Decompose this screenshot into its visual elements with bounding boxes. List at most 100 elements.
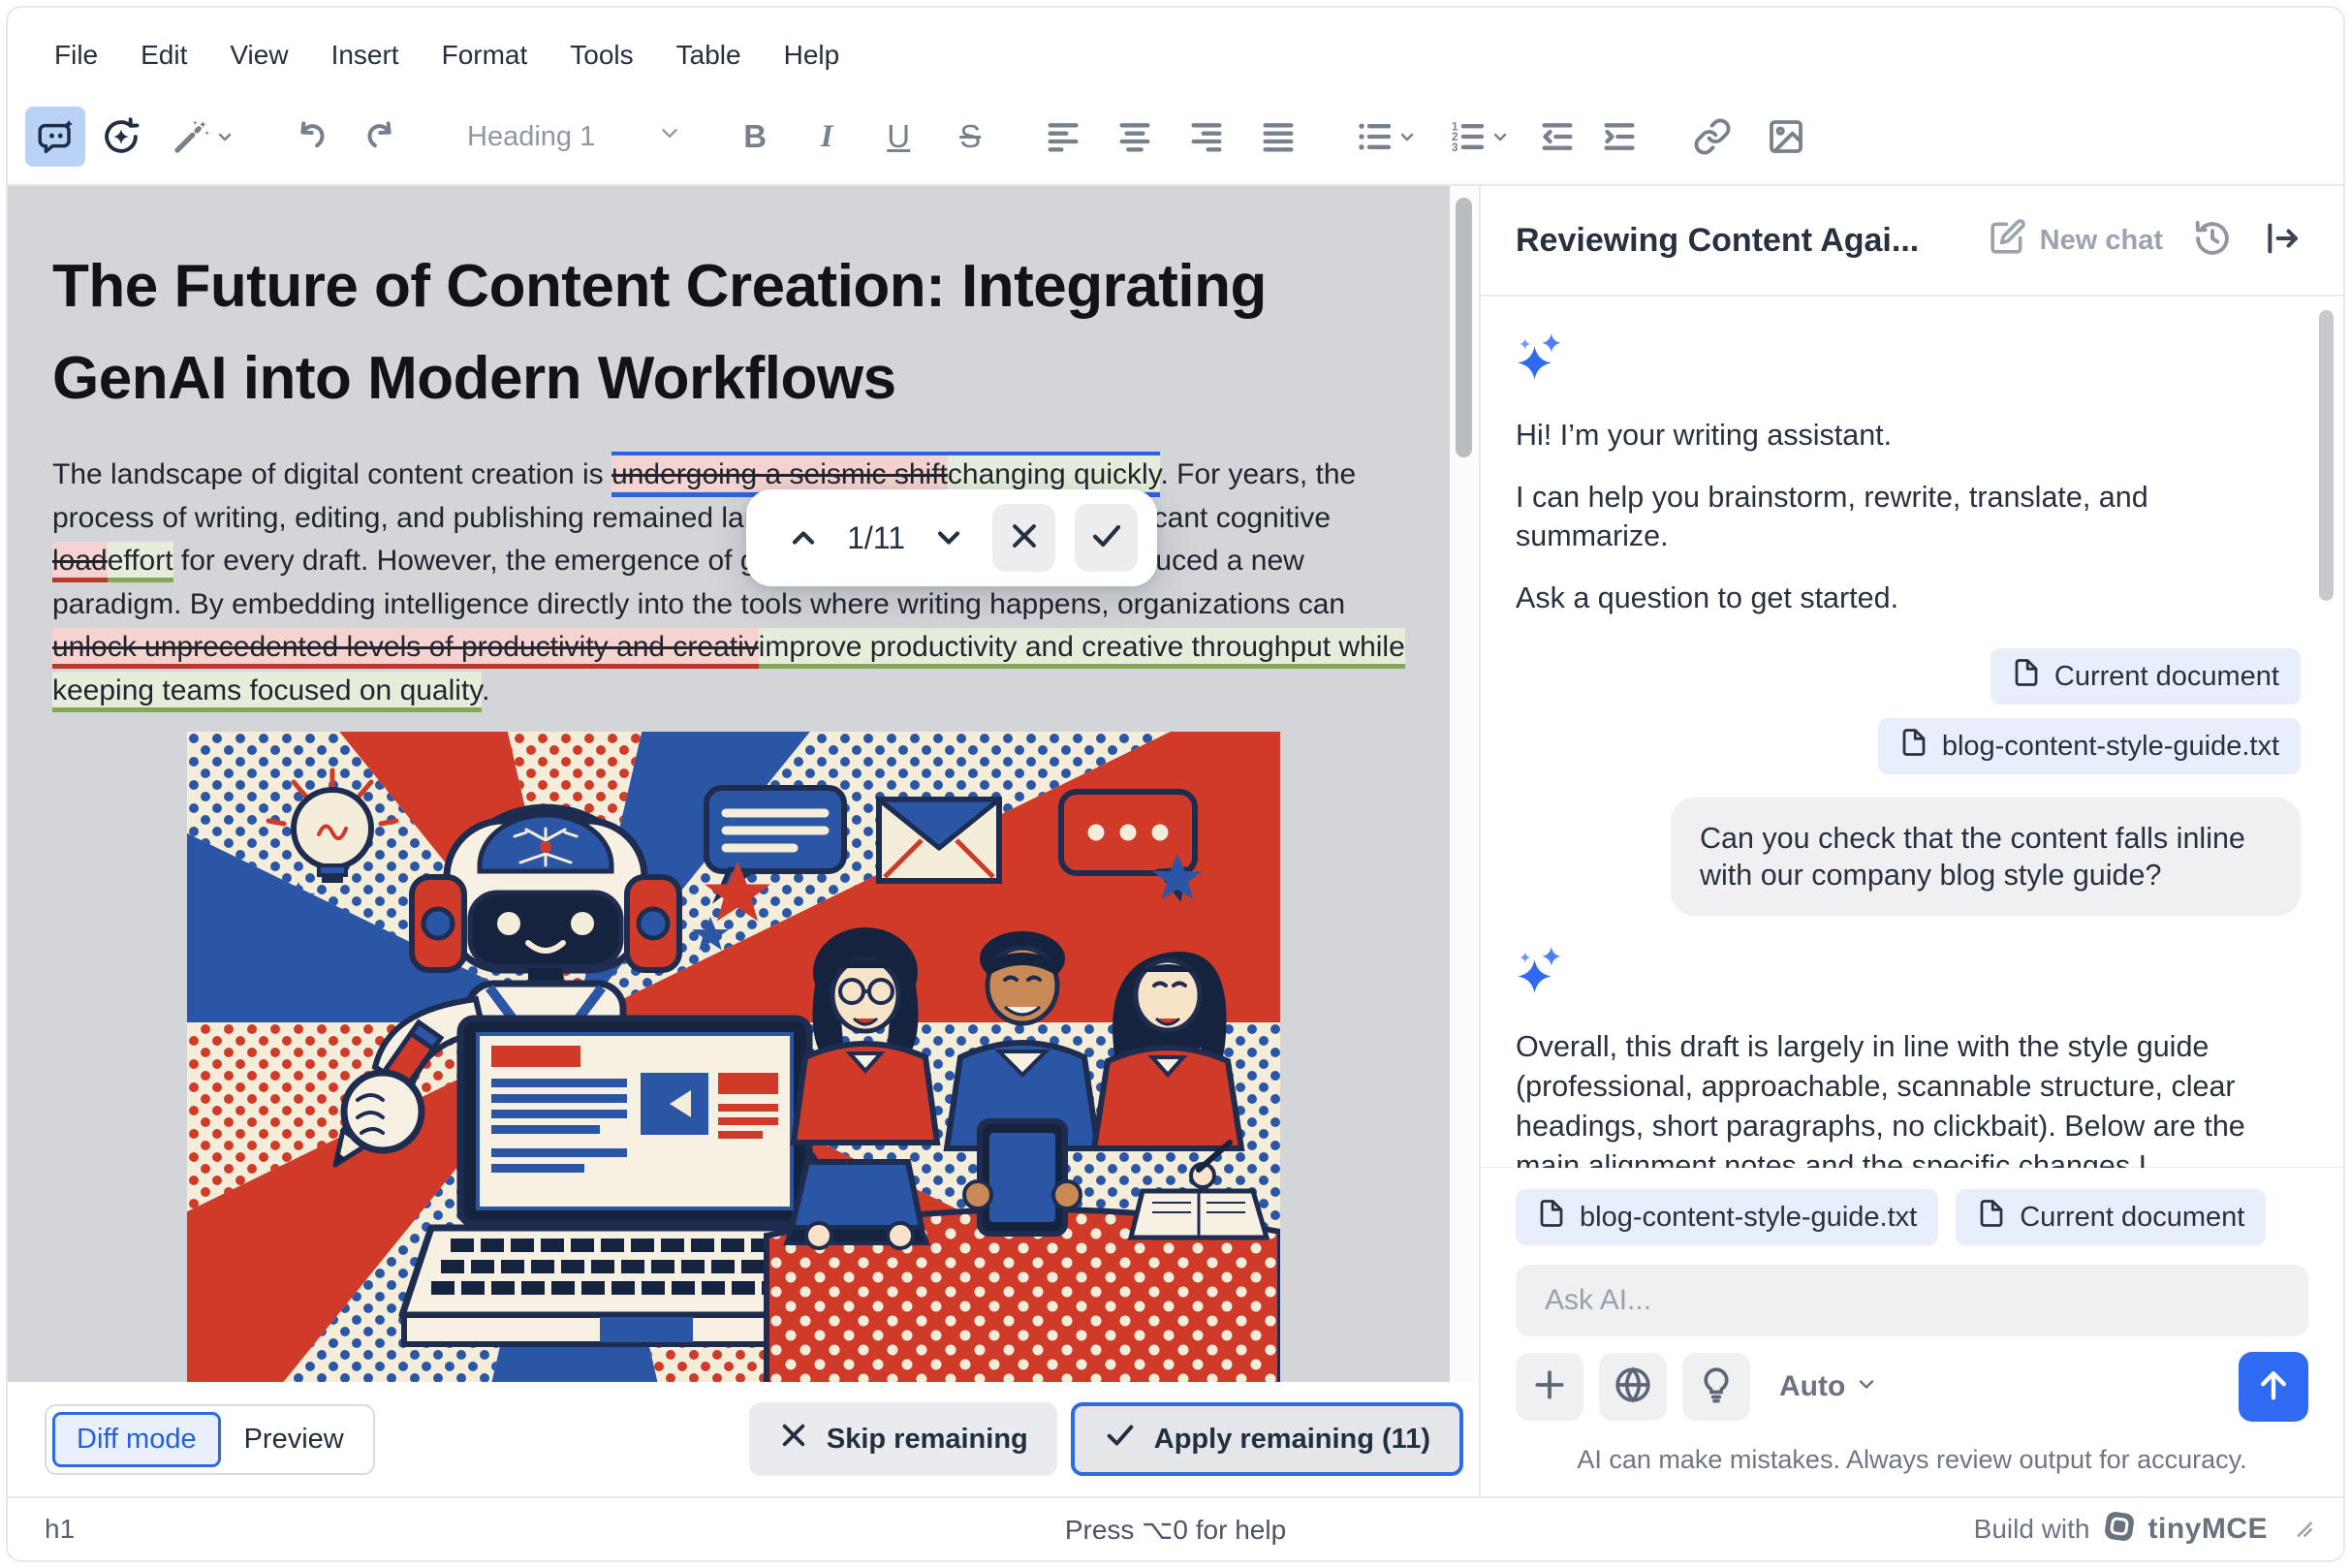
- diff-footer: Diff mode Preview Skip remaining Apply r…: [8, 1382, 1479, 1496]
- collapse-sidebar-button[interactable]: [2262, 219, 2301, 263]
- diff-mode-toggle[interactable]: Diff mode: [52, 1411, 221, 1467]
- bold-button[interactable]: B: [725, 107, 785, 167]
- menu-edit[interactable]: Edit: [119, 32, 208, 78]
- close-icon: [1008, 519, 1041, 557]
- web-search-button[interactable]: [1599, 1353, 1667, 1421]
- menu-table[interactable]: Table: [655, 32, 763, 78]
- chat-title: Reviewing Content Agai...: [1516, 221, 1920, 259]
- status-bar: h1 Press ⌥0 for help Build with tinyMCE: [8, 1496, 2343, 1560]
- skip-remaining-label: Skip remaining: [826, 1423, 1028, 1455]
- indent-icon: [1600, 117, 1639, 156]
- add-attachment-button[interactable]: [1516, 1353, 1583, 1421]
- bold-icon: B: [743, 118, 768, 154]
- align-center-button[interactable]: [1105, 107, 1165, 167]
- diff-deletion[interactable]: unlock unprecedented levels of productiv…: [52, 628, 759, 669]
- tinymce-logo-icon: [2102, 1509, 2137, 1551]
- menu-file[interactable]: File: [33, 32, 119, 78]
- magic-wand-button[interactable]: [157, 107, 250, 167]
- model-mode-select[interactable]: Auto: [1779, 1370, 1878, 1403]
- user-message: Can you check that the content falls inl…: [1671, 798, 2301, 916]
- previous-diff-button[interactable]: [779, 512, 828, 564]
- numbered-list-icon: 123: [1448, 117, 1487, 156]
- diff-deletion[interactable]: undergoing a seismic shift: [611, 455, 948, 491]
- preview-toggle[interactable]: Preview: [221, 1412, 367, 1467]
- assistant-capabilities: I can help you brainstorm, rewrite, tran…: [1516, 481, 2148, 552]
- menu-insert[interactable]: Insert: [310, 32, 421, 78]
- composer-chip-label: blog-content-style-guide.txt: [1580, 1201, 1918, 1233]
- assistant-prompt: Ask a question to get started.: [1516, 581, 1899, 614]
- ask-ai-input[interactable]: [1516, 1265, 2308, 1336]
- underline-button[interactable]: U: [868, 107, 928, 167]
- document-icon: [1899, 728, 1928, 765]
- document-paragraph[interactable]: The landscape of digital content creatio…: [52, 452, 1411, 712]
- new-chat-icon: [1990, 218, 2026, 263]
- paragraph-text: .: [482, 674, 490, 706]
- lightbulb-icon: [1697, 1365, 1736, 1409]
- image-button[interactable]: [1756, 107, 1816, 167]
- menu-tools[interactable]: Tools: [549, 32, 654, 78]
- diff-insertion[interactable]: changing quickly: [947, 455, 1161, 491]
- diff-counter: 1/11: [847, 519, 905, 555]
- composer-chip-style-guide[interactable]: blog-content-style-guide.txt: [1516, 1189, 1939, 1245]
- branding-text: Build with: [1973, 1514, 2090, 1544]
- bullet-list-button[interactable]: [1341, 107, 1432, 167]
- image-icon: [1767, 117, 1805, 156]
- resize-handle-icon[interactable]: [2289, 1514, 2314, 1546]
- chevron-down-icon: [213, 125, 236, 148]
- align-left-icon: [1044, 117, 1082, 156]
- skip-remaining-button[interactable]: Skip remaining: [748, 1402, 1057, 1476]
- link-button[interactable]: [1682, 107, 1742, 167]
- ai-chat-sidebar: Reviewing Content Agai... New chat Hi! I…: [1481, 186, 2343, 1496]
- next-diff-button[interactable]: [925, 512, 973, 564]
- composer-chip-label: Current document: [2020, 1201, 2245, 1233]
- undo-button[interactable]: [283, 107, 343, 167]
- numbered-list-button[interactable]: 123: [1434, 107, 1525, 167]
- composer-chip-current-document[interactable]: Current document: [1956, 1189, 2267, 1245]
- magic-wand-icon: [171, 116, 211, 157]
- chat-scrollbar-thumb[interactable]: [2319, 310, 2334, 601]
- align-center-icon: [1115, 117, 1154, 156]
- indent-button[interactable]: [1589, 107, 1649, 167]
- editor-pane: The Future of Content Creation: Integrat…: [8, 186, 1481, 1496]
- align-left-button[interactable]: [1033, 107, 1093, 167]
- document-illustration[interactable]: [187, 732, 1280, 1382]
- italic-button[interactable]: I: [797, 107, 857, 167]
- menubar: File Edit View Insert Format Tools Table…: [8, 8, 2343, 89]
- send-button[interactable]: [2239, 1352, 2308, 1422]
- document-title[interactable]: The Future of Content Creation: Integrat…: [52, 240, 1370, 424]
- strikethrough-button[interactable]: S: [940, 107, 1000, 167]
- align-justify-button[interactable]: [1248, 107, 1308, 167]
- block-format-select[interactable]: Heading 1: [442, 107, 692, 167]
- plus-icon: [1531, 1366, 1568, 1408]
- ai-review-button[interactable]: [91, 107, 151, 167]
- outdent-button[interactable]: [1527, 107, 1587, 167]
- redo-button[interactable]: [349, 107, 409, 167]
- bullet-list-icon: [1355, 117, 1394, 156]
- toolbar: Heading 1 B I U S 123: [8, 89, 2343, 186]
- new-chat-button[interactable]: New chat: [1990, 218, 2163, 263]
- editor-scrollbar: [1450, 186, 1479, 1382]
- suggestions-button[interactable]: [1682, 1353, 1750, 1421]
- align-right-button[interactable]: [1176, 107, 1237, 167]
- diff-insertion[interactable]: effort: [107, 542, 173, 582]
- menu-format[interactable]: Format: [421, 32, 549, 78]
- accept-diff-button[interactable]: [1075, 504, 1138, 572]
- chat-history-button[interactable]: [2192, 218, 2233, 264]
- ai-assistant-button[interactable]: [25, 107, 85, 167]
- history-icon: [2192, 218, 2233, 264]
- model-mode-value: Auto: [1779, 1370, 1846, 1402]
- attachment-chip-current-document[interactable]: Current document: [1990, 648, 2301, 705]
- arrow-up-icon: [2254, 1365, 2293, 1409]
- menu-view[interactable]: View: [208, 32, 309, 78]
- reject-diff-button[interactable]: [992, 504, 1056, 572]
- attachment-chip-style-guide[interactable]: blog-content-style-guide.txt: [1877, 718, 2301, 774]
- menu-help[interactable]: Help: [763, 32, 862, 78]
- chevron-down-icon: [1489, 125, 1512, 148]
- apply-remaining-button[interactable]: Apply remaining (11): [1070, 1402, 1463, 1476]
- paragraph-text: The landscape of digital content creatio…: [52, 458, 612, 490]
- diff-deletion[interactable]: load: [52, 542, 108, 582]
- attachment-chip-label: Current document: [2053, 660, 2279, 692]
- document-canvas[interactable]: The Future of Content Creation: Integrat…: [8, 186, 1450, 1382]
- brand-name[interactable]: tinyMCE: [2148, 1513, 2269, 1546]
- editor-scrollbar-thumb[interactable]: [1456, 198, 1472, 457]
